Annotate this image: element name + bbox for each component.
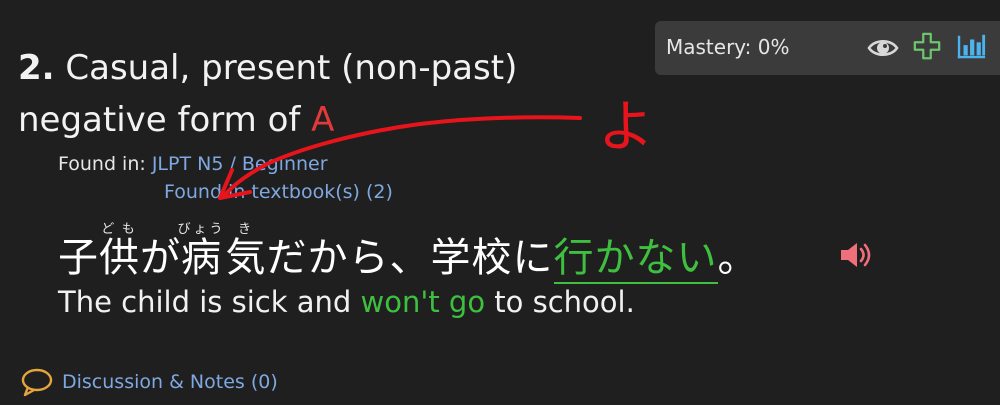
grammar-page: 2. Casual, present (non-past) negative fo…: [0, 0, 1000, 405]
grammar-title: 2. Casual, present (non-past) negative fo…: [18, 42, 638, 146]
sentence-middle: だから、学校に: [266, 235, 554, 281]
jlpt-level-link[interactable]: JLPT N5 / Beginner: [152, 153, 328, 175]
bar-chart-icon[interactable]: [955, 32, 987, 62]
target-phrase-jp: 行かない: [553, 235, 718, 284]
kodomo-kana: 供: [99, 235, 140, 281]
discussion-link[interactable]: Discussion & Notes (0): [20, 366, 278, 398]
speech-bubble-icon: [21, 368, 53, 397]
byou-furigana: びょう: [177, 222, 226, 237]
textbook-row: Found in textbook(s) (2): [164, 178, 393, 206]
grammar-title-line2: negative form of: [18, 100, 312, 140]
japanese-sentence: 子供どもが病びょう気きだから、学校に行かない。: [58, 222, 759, 284]
sentence-end: 。: [717, 235, 759, 281]
word-byou: 病びょう: [177, 222, 226, 281]
eye-icon[interactable]: [867, 33, 899, 63]
grammar-number: 2.: [18, 48, 55, 88]
word-kodomo: 子供ども: [58, 222, 140, 281]
mastery-panel: Mastery: 0%: [655, 21, 1000, 75]
english-sentence: The child is sick and won't go to school…: [58, 281, 635, 323]
found-in-label: Found in:: [58, 153, 152, 175]
ki-furigana: き: [225, 222, 267, 237]
english-before: The child is sick and: [58, 285, 361, 319]
target-phrase-en: won't go: [360, 285, 486, 319]
word-ki: 気き: [225, 222, 267, 281]
speaker-icon[interactable]: [838, 240, 876, 270]
found-in: Found in: JLPT N5 / Beginner: [58, 150, 328, 178]
mastery-label: Mastery: 0%: [666, 35, 790, 59]
kodomo-furigana: ども: [99, 222, 140, 237]
particle-ga: が: [140, 235, 181, 281]
english-after: to school.: [485, 285, 635, 319]
grammar-title-line1: Casual, present (non-past): [54, 48, 518, 88]
discussion-label: Discussion & Notes (0): [62, 371, 278, 393]
plus-icon[interactable]: [911, 31, 943, 61]
textbook-link[interactable]: Found in textbook(s) (2): [164, 181, 393, 203]
grammar-title-highlight: A: [311, 100, 335, 140]
